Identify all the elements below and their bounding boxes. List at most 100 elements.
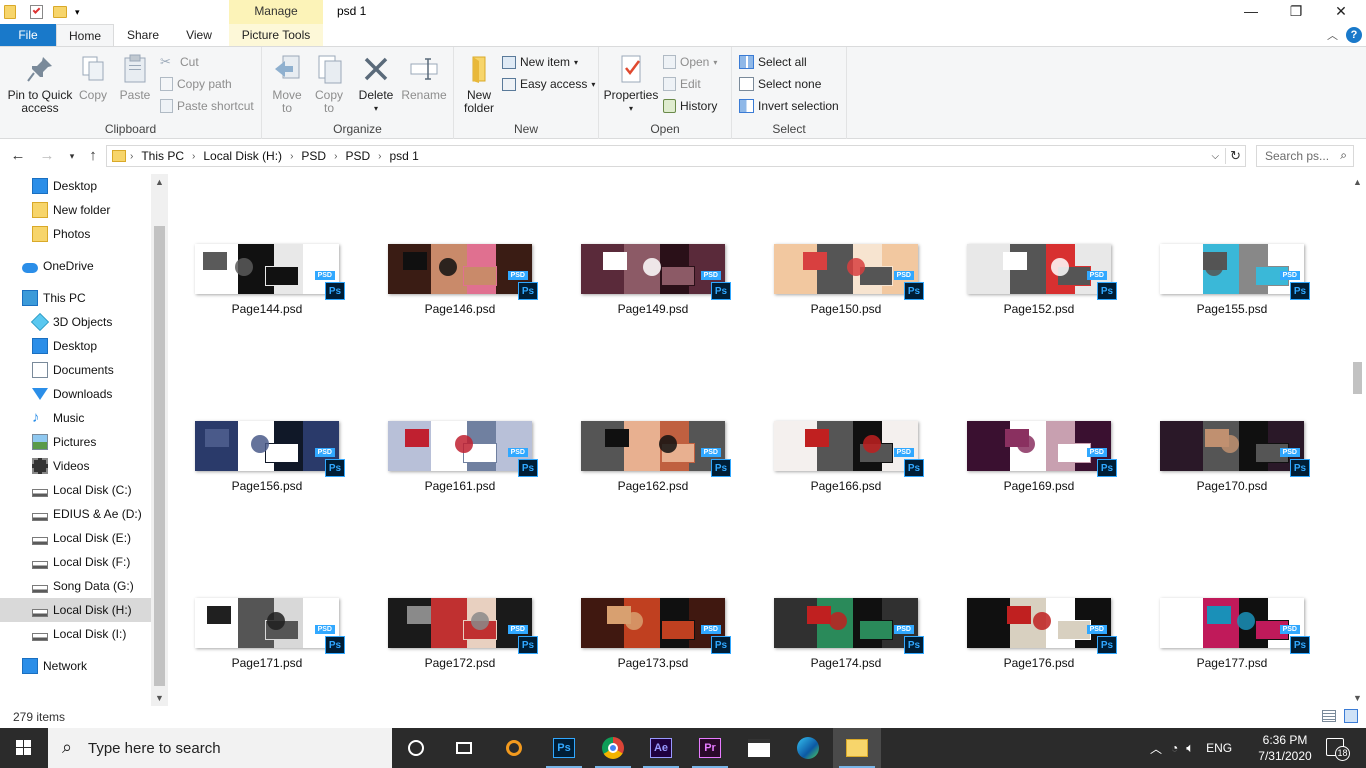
back-arrow-icon[interactable]: ← [8,146,28,166]
premiere-icon[interactable]: Pr [686,728,734,768]
edit-button[interactable]: Edit [663,74,701,94]
paste-button[interactable]: Paste [116,53,154,102]
breadcrumb-this-pc[interactable]: This PC [137,149,188,163]
nav-item-3d-objects[interactable]: 3D Objects [0,310,152,334]
file-explorer-icon[interactable] [833,728,881,768]
invert-selection-button[interactable]: Invert selection [739,96,839,116]
paste-shortcut-button[interactable]: Paste shortcut [160,96,254,116]
photoshop-icon[interactable]: Ps [540,728,588,768]
wifi-icon[interactable]: ◔ [1167,741,1182,755]
breadcrumb-psd-sub[interactable]: PSD [341,149,374,163]
tab-home[interactable]: Home [56,24,114,46]
new-folder-button[interactable]: New folder [460,53,498,115]
cortana-icon[interactable] [392,728,440,768]
chrome-icon[interactable] [589,728,637,768]
nav-scroll-thumb[interactable] [154,226,165,686]
file-tile[interactable]: PSD Ps Page172.psd [385,598,538,670]
breadcrumb-psd-1[interactable]: psd 1 [385,149,422,163]
nav-item-pictures[interactable]: Pictures [0,430,152,454]
move-to-button[interactable]: Move to [268,53,306,115]
history-button[interactable]: History [663,96,717,116]
new-folder-icon[interactable] [53,6,67,18]
file-tile[interactable]: PSD Ps Page173.psd [578,598,731,670]
easy-access-button[interactable]: Easy access ▾ [502,74,595,94]
copy-to-button[interactable]: Copy to [310,53,348,115]
delete-button[interactable]: Delete ▾ [356,53,396,115]
file-tile[interactable]: PSD Ps Page149.psd [578,244,731,316]
tab-file[interactable]: File [0,24,56,46]
copy-path-button[interactable]: Copy path [160,74,232,94]
nav-item-edius-ae-d[interactable]: EDIUS & Ae (D:) [0,502,152,526]
file-tile[interactable]: PSD Ps Page161.psd [385,421,538,493]
nav-item-documents[interactable]: Documents [0,358,152,382]
nav-item-new-folder[interactable]: New folder [0,198,152,222]
nav-item-this-pc[interactable]: This PC [0,286,152,310]
chevron-right-icon[interactable]: › [330,151,341,162]
scroll-down-arrow-icon[interactable]: ▼ [1349,690,1366,706]
file-tile[interactable]: PSD Ps Page174.psd [771,598,924,670]
chevron-right-icon[interactable]: › [374,151,385,162]
tab-share[interactable]: Share [124,24,162,46]
file-tile[interactable]: PSD Ps Page176.psd [964,598,1117,670]
nav-item-photos[interactable]: Photos [0,222,152,246]
language-indicator[interactable]: ENG [1198,741,1240,755]
clapperboard-icon[interactable] [735,728,783,768]
customize-qat-chevron-icon[interactable]: ▾ [75,7,80,18]
refresh-icon[interactable]: ↻ [1225,148,1245,164]
file-tile[interactable]: PSD Ps Page170.psd [1157,421,1310,493]
file-tile[interactable]: PSD Ps Page150.psd [771,244,924,316]
maximize-button[interactable]: ❐ [1273,0,1319,24]
new-item-button[interactable]: New item ▾ [502,52,578,72]
breadcrumb-local-disk-h[interactable]: Local Disk (H:) [199,149,286,163]
nav-item-desktop[interactable]: Desktop [0,334,152,358]
nav-item-local-disk-i[interactable]: Local Disk (I:) [0,622,152,646]
scroll-down-arrow-icon[interactable]: ▼ [151,690,168,706]
rename-button[interactable]: Rename [400,53,448,102]
open-button[interactable]: Open ▾ [663,52,717,72]
nav-item-local-disk-e[interactable]: Local Disk (E:) [0,526,152,550]
search-input[interactable]: Search ps... ⌕ [1256,145,1354,167]
nav-scrollbar[interactable]: ▲ ▼ [151,174,168,706]
details-view-icon[interactable] [1322,710,1336,722]
nav-item-network[interactable]: Network [0,654,152,678]
nav-item-music[interactable]: ♪ Music [0,406,152,430]
select-none-button[interactable]: Select none [739,74,821,94]
file-tile[interactable]: PSD Ps Page156.psd [192,421,345,493]
nav-item-videos[interactable]: Videos [0,454,152,478]
address-bar[interactable]: › This PC › Local Disk (H:) › PSD › PSD … [106,145,1246,167]
show-hidden-icons-chevron-icon[interactable]: ︿ [1145,740,1167,757]
breadcrumb-psd[interactable]: PSD [297,149,330,163]
start-button[interactable] [0,728,48,768]
scroll-up-arrow-icon[interactable]: ▲ [151,174,168,190]
chevron-right-icon[interactable]: › [126,151,137,162]
properties-button[interactable]: Properties ▾ [603,53,659,115]
tab-view[interactable]: View [180,24,218,46]
file-tile[interactable]: PSD Ps Page155.psd [1157,244,1310,316]
address-dropdown-chevron-icon[interactable]: ⌵ [1206,151,1226,162]
pin-to-quick-access-button[interactable]: Pin to Quick access [4,53,76,115]
minimize-button[interactable]: — [1228,0,1274,24]
close-button[interactable]: ✕ [1318,0,1364,24]
copy-button[interactable]: Copy [76,53,110,102]
file-tile[interactable]: PSD Ps Page177.psd [1157,598,1310,670]
delete-dropdown-icon[interactable]: ▾ [356,102,396,115]
content-scroll-thumb[interactable] [1353,362,1362,394]
nav-item-local-disk-c[interactable]: Local Disk (C:) [0,478,152,502]
file-tile[interactable]: PSD Ps Page171.psd [192,598,345,670]
properties-check-icon[interactable] [30,5,43,19]
file-tile[interactable]: PSD Ps Page144.psd [192,244,345,316]
nav-item-local-disk-f[interactable]: Local Disk (F:) [0,550,152,574]
file-tile[interactable]: PSD Ps Page166.psd [771,421,924,493]
file-tile[interactable]: PSD Ps Page146.psd [385,244,538,316]
collapse-ribbon-icon[interactable]: ︿ [1327,27,1338,43]
properties-dropdown-icon[interactable]: ▾ [603,102,659,115]
taskbar-search-box[interactable]: ⌕ Type here to search [48,728,392,768]
clock[interactable]: 6:36 PM 7/31/2020 [1252,732,1318,764]
help-icon[interactable]: ? [1346,27,1362,43]
task-view-icon[interactable] [440,728,488,768]
scroll-up-arrow-icon[interactable]: ▲ [1349,174,1366,190]
up-arrow-icon[interactable]: ↑ [83,146,103,166]
nav-item-desktop[interactable]: Desktop [0,174,152,198]
notification-center-icon[interactable]: 18 [1326,738,1350,761]
chevron-right-icon[interactable]: › [286,151,297,162]
